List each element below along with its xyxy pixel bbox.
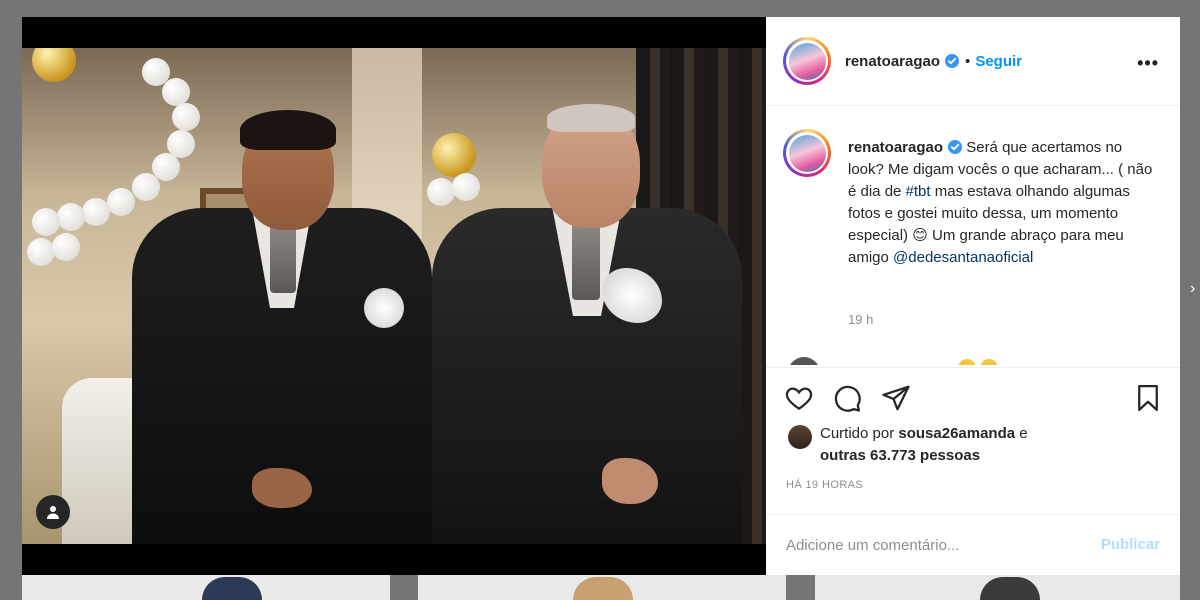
more-options-icon[interactable]: ••• [1137,53,1159,74]
add-comment-bar: Publicar [766,514,1180,575]
caption: renatoaragao Será que acertamos no look?… [848,137,1158,269]
separator-dot: • [965,52,971,70]
paper-plane-icon [882,385,910,411]
post-photo[interactable] [22,17,766,575]
likes-text: Curtido por sousa26amanda e outras 63.77… [820,423,1028,467]
like-button[interactable] [782,381,816,415]
comments-area[interactable]: renatoaragao Será que acertamos no look?… [766,107,1180,365]
heart-icon [785,387,813,410]
user-tag-button[interactable] [36,495,70,529]
user-tag-icon [47,506,59,519]
hashtag-link[interactable]: #tbt [906,183,931,200]
likes-connector: e [1015,425,1028,442]
save-button[interactable] [1131,381,1165,415]
post-header: renatoaragao • Seguir ••• [766,17,1180,106]
caption-time: 19 h [848,312,874,327]
backdrop-grid-item-3 [815,575,1180,600]
comment-button[interactable] [830,381,864,415]
follow-button[interactable]: Seguir [975,53,1022,70]
mention-link[interactable]: @dedesantanaoficial [893,249,1033,266]
likes-count-link[interactable]: outras 63.773 pessoas [820,447,980,464]
comment-input[interactable] [786,532,1086,558]
next-post-arrow-icon[interactable]: › [1190,280,1195,298]
bookmark-icon [1138,385,1158,411]
caption-username[interactable]: renatoaragao [848,139,943,156]
author-username[interactable]: renatoaragao [845,53,940,70]
action-bar [766,367,1180,427]
backdrop-grid-item-1 [22,575,390,600]
post-modal: renatoaragao • Seguir ••• renatoaragao S… [22,17,1180,575]
publish-button[interactable]: Publicar [1101,536,1160,553]
caption-avatar[interactable] [783,129,831,177]
post-timestamp[interactable]: HÁ 19 HORAS [786,479,863,491]
liker-avatar[interactable] [788,425,812,449]
backdrop-grid-item-2 [418,575,786,600]
next-comment-partial [788,357,1008,365]
share-button[interactable] [879,381,913,415]
author-avatar[interactable] [783,37,831,85]
post-side-panel: renatoaragao • Seguir ••• renatoaragao S… [766,17,1180,575]
verified-badge-icon [945,54,960,68]
likes-prefix: Curtido por [820,425,899,442]
comment-bubble-icon [834,385,861,412]
liker-username[interactable]: sousa26amanda [898,425,1015,442]
verified-badge-icon [948,140,963,154]
photo-scene [22,48,766,544]
